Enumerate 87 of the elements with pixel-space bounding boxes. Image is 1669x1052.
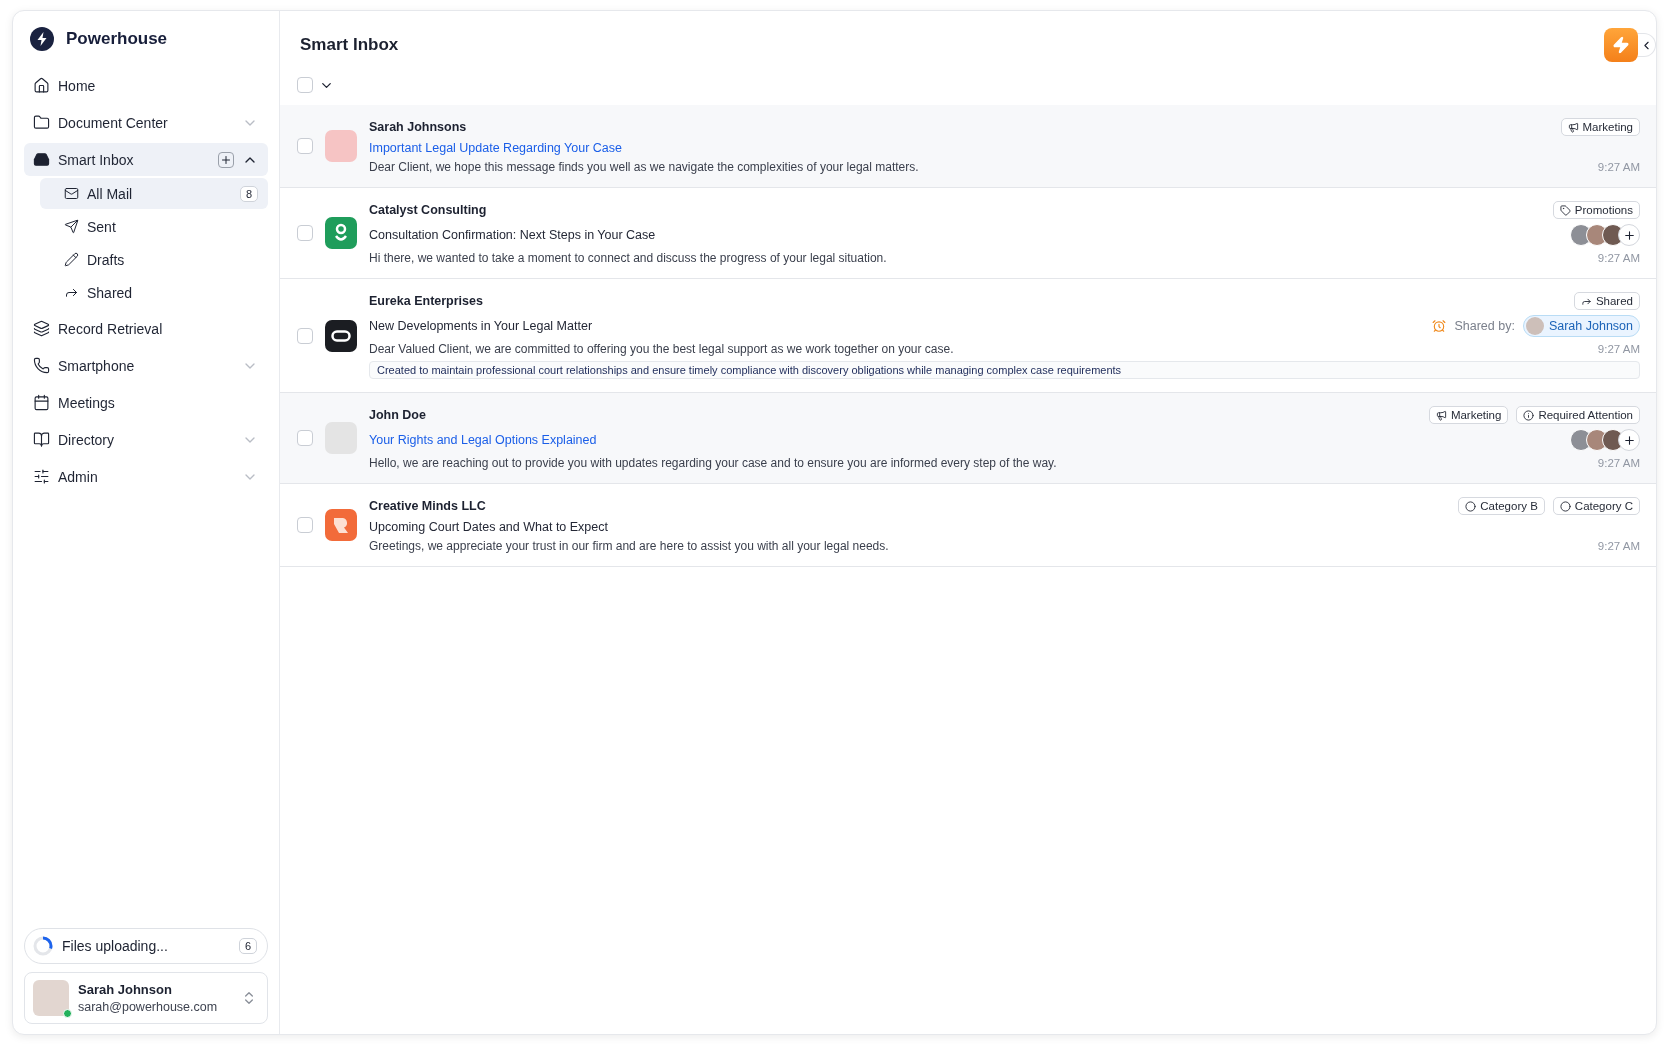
- tag-chip[interactable]: Marketing: [1560, 118, 1640, 136]
- sidebar-item[interactable]: Admin: [24, 460, 268, 493]
- assignee-avatars[interactable]: [1570, 429, 1640, 451]
- user-name: Sarah Johnson: [78, 982, 173, 997]
- message-subject: Consultation Confirmation: Next Steps in Your Case: [369, 228, 657, 242]
- info-icon: [1523, 409, 1535, 421]
- sidebar-subitem[interactable]: All Mail 8: [40, 178, 268, 209]
- message-subject: Upcoming Court Dates and What to Expect: [369, 520, 609, 534]
- plus-icon: [1622, 433, 1636, 447]
- nav-icon: [33, 431, 50, 448]
- nav-icon: [33, 468, 50, 485]
- message-subject: Your Rights and Legal Options Explained: [369, 433, 598, 447]
- nav-icon: [33, 77, 50, 94]
- sidebar-item[interactable]: Smart Inbox: [24, 143, 268, 176]
- sender-name: Sarah Johnsons: [369, 120, 468, 134]
- message-subject: New Developments in Your Legal Matter: [369, 319, 594, 333]
- tag-icon: [1559, 204, 1571, 216]
- sidebar-subitem[interactable]: Drafts: [40, 244, 268, 275]
- plus-icon: [1622, 228, 1636, 242]
- tag-chip[interactable]: Required Attention: [1516, 406, 1640, 424]
- message-preview: Hello, we are reaching out to provide you with updates regarding your case and to ensure you are informed every step of the way.: [369, 456, 1058, 470]
- sender-name: Catalyst Consulting: [369, 203, 488, 217]
- sidebar-item[interactable]: Meetings: [24, 386, 268, 419]
- row-checkbox[interactable]: [297, 225, 313, 241]
- plus-icon: [220, 153, 232, 166]
- shared-by-user[interactable]: Sarah Johnson: [1522, 315, 1640, 337]
- message-preview: Greetings, we appreciate your trust in our firm and are here to assist you with all your legal needs.: [369, 539, 890, 553]
- nav-icon: [33, 151, 50, 168]
- tag-chip[interactable]: Shared: [1573, 292, 1640, 310]
- nav-icon: [64, 219, 79, 234]
- sidebar-item[interactable]: Directory: [24, 423, 268, 456]
- sender-name: Creative Minds LLC: [369, 499, 487, 513]
- count-badge: 8: [239, 185, 258, 202]
- message-time: 9:27 AM: [1597, 457, 1640, 469]
- circle-icon: [1559, 500, 1571, 512]
- user-card[interactable]: Sarah Johnson sarah@powerhouse.com: [24, 972, 268, 1024]
- assignee-avatars[interactable]: [1570, 224, 1640, 246]
- page-title: Smart Inbox: [300, 35, 400, 55]
- nav-icon: [64, 186, 79, 201]
- sidebar-subitem[interactable]: Shared: [40, 277, 268, 308]
- row-checkbox[interactable]: [297, 430, 313, 446]
- logo-icon: [30, 27, 54, 51]
- tag-chip[interactable]: Promotions: [1552, 201, 1640, 219]
- message-row[interactable]: Catalyst Consulting Promotions Consultation Confirmation: Next Steps in Your Case Hi there, we wanted to take a moment to connect and discuss the progress of your legal situation. 9:27 AM: [280, 188, 1656, 279]
- sidebar-subitem[interactable]: Sent: [40, 211, 268, 242]
- row-checkbox[interactable]: [297, 327, 313, 344]
- select-all-checkbox[interactable]: [297, 77, 313, 93]
- count-badge: 6: [238, 938, 257, 954]
- message-time: 9:27 AM: [1597, 161, 1640, 173]
- message-subject: Important Legal Update Regarding Your Case: [369, 141, 623, 155]
- user-email: sarah@powerhouse.com: [78, 1000, 219, 1014]
- nav-icon: [33, 114, 50, 131]
- progress-ring: [32, 935, 54, 957]
- message-note: Created to maintain professional court relationships and ensure timely compliance with discovery obligations while managing complex case requirements: [369, 361, 1640, 379]
- tag-chip[interactable]: Marketing: [1428, 406, 1509, 424]
- sidebar-item[interactable]: Smartphone: [24, 349, 268, 382]
- sidebar-item[interactable]: Document Center: [24, 106, 268, 139]
- message-row[interactable]: [280, 279, 1656, 393]
- sender-name: John Doe: [369, 408, 427, 422]
- message-preview: Dear Valued Client, we are committed to offering you the best legal support as we work together on your case.: [369, 342, 955, 356]
- sidebar-item[interactable]: Record Retrieval: [24, 312, 268, 345]
- message-row[interactable]: Creative Minds LLC Category B Category C Upcoming Court Dates and What to Expect Greetings, we appreciate your trust in our firm and are here to assist you with all your legal needs. 9:27 AM: [280, 484, 1656, 567]
- megaphone-icon: [1435, 409, 1447, 421]
- message-time: 9:27 AM: [1597, 343, 1640, 355]
- brand-name: Powerhouse: [66, 29, 168, 49]
- tag-chip[interactable]: Category C: [1552, 497, 1640, 515]
- message-time: 9:27 AM: [1597, 252, 1640, 264]
- row-checkbox[interactable]: [297, 138, 313, 154]
- nav-icon: [33, 320, 50, 337]
- circle-icon: [1465, 500, 1477, 512]
- row-checkbox[interactable]: [297, 517, 313, 533]
- message-time: 9:27 AM: [1597, 540, 1640, 552]
- message-row[interactable]: Sarah Johnsons Marketing Important Legal Update Regarding Your Case Dear Client, we hope this message finds you well as we navigate the complexities of your legal matters. 9:27 AM: [280, 105, 1656, 188]
- megaphone-icon: [1567, 121, 1579, 133]
- sender-name: Eureka Enterprises: [369, 294, 484, 308]
- nav-icon: [33, 357, 50, 374]
- sidebar-item[interactable]: Home: [24, 69, 268, 102]
- bolt-icon: [1612, 36, 1630, 54]
- alarm-clock-icon: [1432, 319, 1447, 333]
- nav-icon: [33, 394, 50, 411]
- add-button[interactable]: [218, 151, 234, 168]
- message-preview: Dear Client, we hope this message finds you well as we navigate the complexities of your legal matters.: [369, 160, 920, 174]
- message-preview: Hi there, we wanted to take a moment to connect and discuss the progress of your legal situation.: [369, 251, 888, 265]
- tag-chip[interactable]: Category B: [1458, 497, 1545, 515]
- message-row[interactable]: [280, 393, 1656, 484]
- nav-icon: [64, 252, 79, 267]
- shared-by-label: Shared by:: [1454, 319, 1515, 333]
